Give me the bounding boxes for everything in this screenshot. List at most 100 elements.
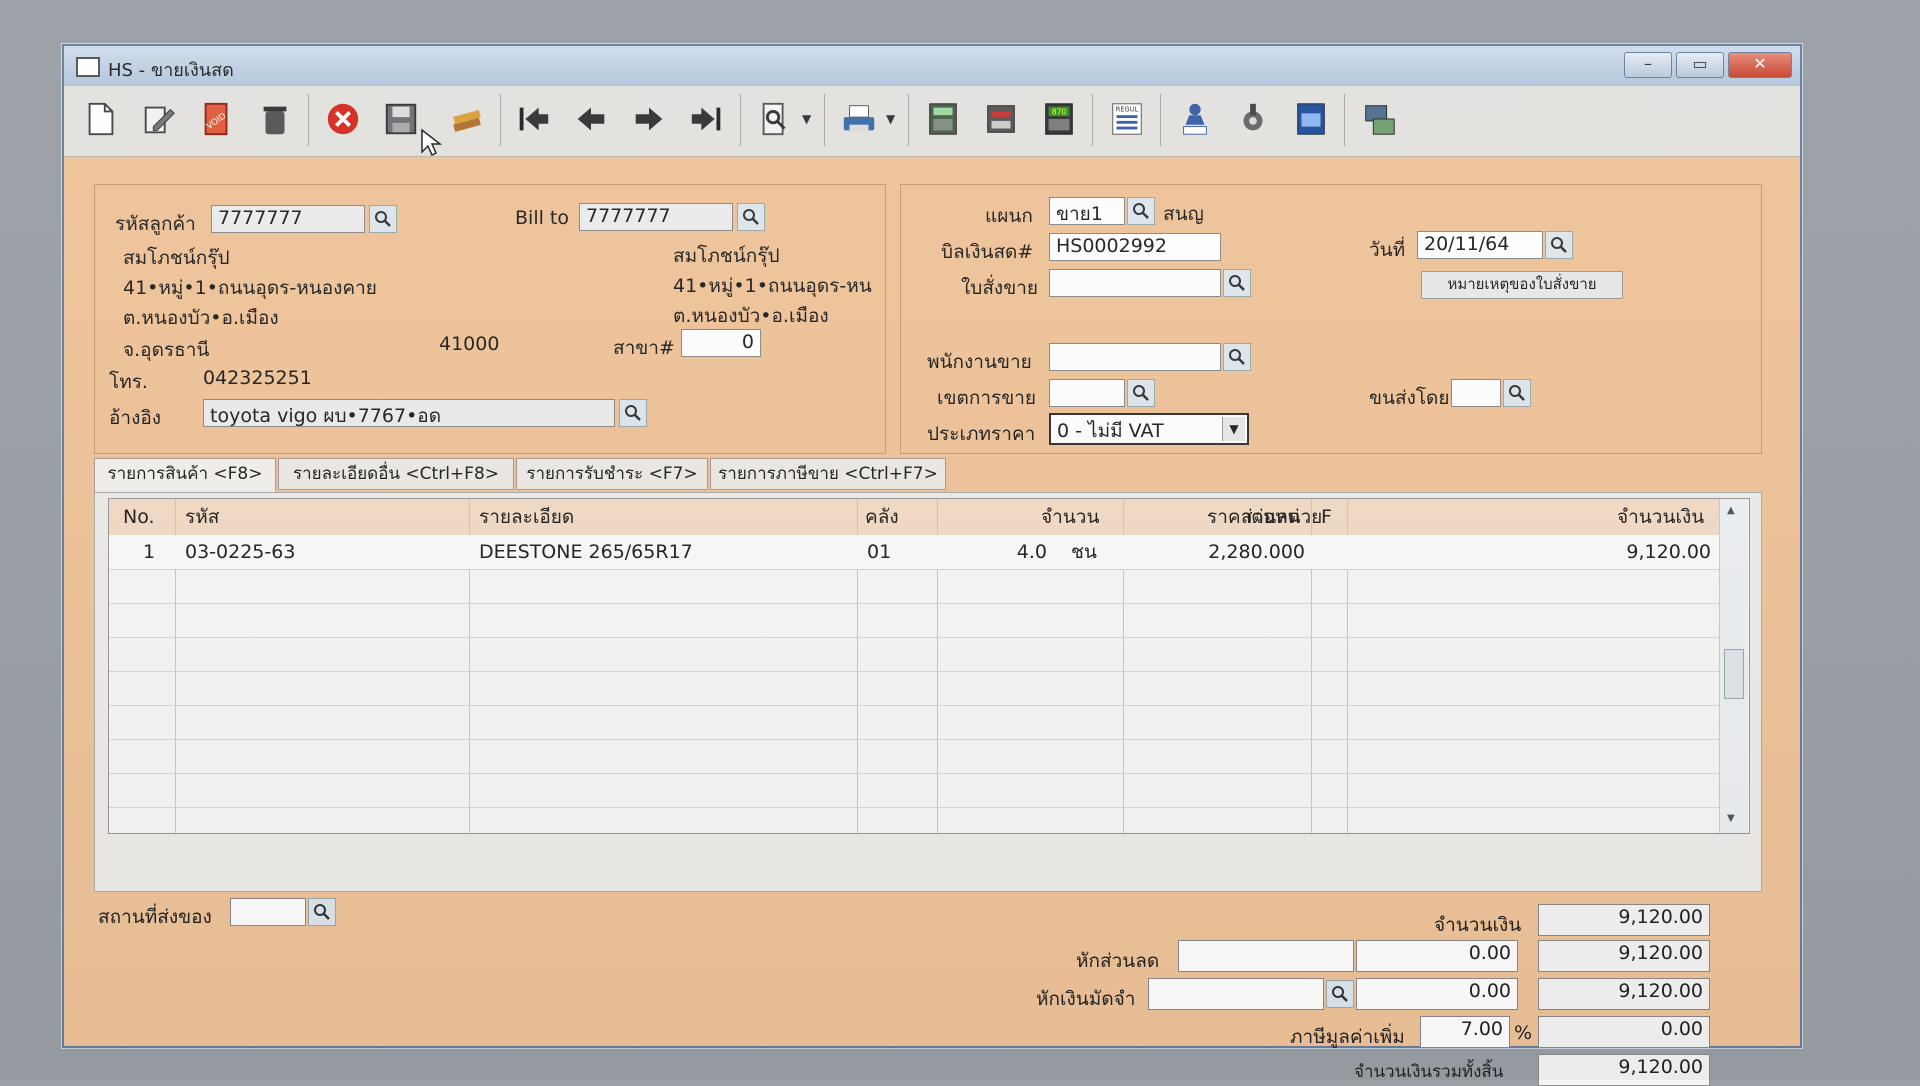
search-dropdown-icon[interactable]: ▼	[802, 112, 811, 126]
header-description[interactable]: รายละเอียด	[479, 499, 574, 535]
mouse-cursor	[420, 128, 444, 163]
order-note-button[interactable]: หมายเหตุของใบสั่งขาย	[1421, 271, 1623, 299]
deposit-search-icon[interactable]	[1326, 980, 1354, 1008]
stack-icon[interactable]	[444, 96, 490, 142]
customer-address-1: 41•หมู่•1•ถนนอุดร-หนองคาย	[123, 277, 377, 299]
sales-area-field[interactable]	[1049, 379, 1125, 407]
row-divider	[109, 705, 1729, 706]
date-picker-icon[interactable]	[1545, 231, 1573, 259]
scroll-up-icon[interactable]: ▲	[1727, 505, 1735, 516]
next-record-icon[interactable]	[626, 96, 672, 142]
reference-search-icon[interactable]	[619, 399, 647, 427]
delivery-field[interactable]	[230, 898, 306, 926]
cash-bill-field[interactable]: HS0002992	[1049, 233, 1221, 261]
register-icon[interactable]	[978, 96, 1024, 142]
network-icon[interactable]	[1356, 96, 1402, 142]
row-divider	[109, 569, 1729, 570]
customer-panel: รหัสลูกค้า 7777777 สมโภชน์กรุ๊ป 41•หมู่•…	[94, 184, 886, 454]
bill-to-search-icon[interactable]	[737, 203, 765, 231]
grand-total-field: 9,120.00	[1538, 1054, 1710, 1086]
maximize-button[interactable]: ▭	[1676, 52, 1724, 78]
sales-order-field[interactable]	[1049, 269, 1221, 297]
date-label: วันที่	[1369, 239, 1406, 261]
tab-sales-tax[interactable]: รายการภาษีขาย <Ctrl+F7>	[710, 458, 946, 490]
branch-field[interactable]: 0	[681, 329, 761, 357]
toolbar-separator	[308, 94, 309, 146]
tab-items[interactable]: รายการสินค้า <F8>	[94, 458, 276, 492]
table-row[interactable]: 1 03-0225-63 DEESTONE 265/65R17 01 4.0 ช…	[109, 535, 1719, 569]
row-divider	[109, 773, 1729, 774]
last-record-icon[interactable]	[684, 96, 730, 142]
trash-icon[interactable]	[252, 96, 298, 142]
department-field[interactable]: ขาย1	[1049, 197, 1125, 225]
salesperson-field[interactable]	[1049, 343, 1221, 371]
chevron-down-icon[interactable]: ▼	[1222, 417, 1245, 441]
row-discount	[1129, 535, 1305, 569]
deposit-text-field[interactable]	[1148, 978, 1324, 1010]
header-amount[interactable]: จำนวนเงิน	[1617, 499, 1704, 535]
date-field[interactable]: 20/11/64	[1417, 231, 1543, 259]
header-flag[interactable]: F	[1321, 499, 1332, 535]
row-divider	[109, 807, 1729, 808]
header-no[interactable]: No.	[123, 499, 155, 535]
sales-area-label: เขตการขาย	[937, 387, 1036, 409]
amount-icon[interactable]: 870	[1036, 96, 1082, 142]
header-discount[interactable]: ส่วนลด	[1241, 499, 1300, 535]
printer-dropdown-icon[interactable]: ▼	[886, 112, 895, 126]
branch-label: สาขา#	[613, 337, 675, 359]
department-search-icon[interactable]	[1127, 197, 1155, 225]
shipping-field[interactable]	[1451, 379, 1501, 407]
tab-payments[interactable]: รายการรับชำระ <F7>	[516, 458, 708, 490]
report-icon[interactable]: REGUL	[1104, 96, 1150, 142]
header-warehouse[interactable]: คลัง	[865, 499, 899, 535]
reference-field[interactable]: toyota vigo ผบ•7767•อด	[203, 399, 615, 427]
save-icon[interactable]	[378, 96, 424, 142]
scroll-thumb[interactable]	[1724, 649, 1744, 699]
ok-doc-icon[interactable]	[1288, 96, 1334, 142]
window-title: HS - ขายเงินสด	[108, 60, 234, 81]
void-icon[interactable]: VOID	[194, 96, 240, 142]
discount-value-field[interactable]: 0.00	[1356, 940, 1518, 972]
bill-to-field[interactable]: 7777777	[579, 203, 733, 231]
salesperson-search-icon[interactable]	[1223, 343, 1251, 371]
edit-doc-icon[interactable]	[136, 96, 182, 142]
search-doc-icon[interactable]	[752, 96, 798, 142]
row-divider	[109, 637, 1729, 638]
tab-other-details[interactable]: รายละเอียดอื่น <Ctrl+F8>	[278, 458, 514, 490]
customer-name: สมโภชน์กรุ๊ป	[123, 247, 230, 269]
grand-total-label: จำนวนเงินรวมทั้งสิ้น	[1354, 1062, 1504, 1082]
delivery-search-icon[interactable]	[308, 898, 336, 926]
vat-rate-field[interactable]: 7.00	[1420, 1016, 1510, 1048]
department-name: สนญ	[1163, 203, 1204, 225]
printer-icon[interactable]	[836, 96, 882, 142]
sales-area-search-icon[interactable]	[1127, 379, 1155, 407]
prev-record-icon[interactable]	[568, 96, 614, 142]
header-code[interactable]: รหัส	[185, 499, 219, 535]
shipping-search-icon[interactable]	[1503, 379, 1531, 407]
discount-text-field[interactable]	[1178, 940, 1354, 972]
cash-bill-label: บิลเงินสด#	[941, 241, 1034, 263]
minimize-button[interactable]: –	[1624, 52, 1672, 78]
price-type-select[interactable]: 0 - ไม่มี VAT ▼	[1049, 413, 1249, 445]
row-code: 03-0225-63	[185, 541, 296, 563]
sales-order-search-icon[interactable]	[1223, 269, 1251, 297]
customer-code-field[interactable]: 7777777	[211, 205, 365, 233]
ok-person-icon[interactable]	[1172, 96, 1218, 142]
deposit-label: หักเงินมัดจำ	[1036, 988, 1136, 1010]
close-button[interactable]: ✕	[1728, 52, 1792, 78]
cancel-icon[interactable]	[320, 96, 366, 142]
tools-icon[interactable]	[1230, 96, 1276, 142]
bill-to-name: สมโภชน์กรุ๊ป	[673, 245, 780, 267]
customer-search-icon[interactable]	[369, 205, 397, 233]
row-amount: 9,120.00	[1626, 541, 1711, 563]
new-doc-icon[interactable]	[78, 96, 124, 142]
toolbar-separator	[500, 94, 501, 146]
scroll-down-icon[interactable]: ▼	[1727, 813, 1735, 824]
header-quantity[interactable]: จำนวน	[1041, 499, 1099, 535]
deposit-value-field[interactable]: 0.00	[1356, 978, 1518, 1010]
table-scrollbar[interactable]: ▲ ▼	[1719, 499, 1748, 833]
first-record-icon[interactable]	[510, 96, 556, 142]
row-divider	[109, 671, 1729, 672]
reference-label: อ้างอิง	[109, 407, 162, 429]
calc-icon[interactable]	[920, 96, 966, 142]
